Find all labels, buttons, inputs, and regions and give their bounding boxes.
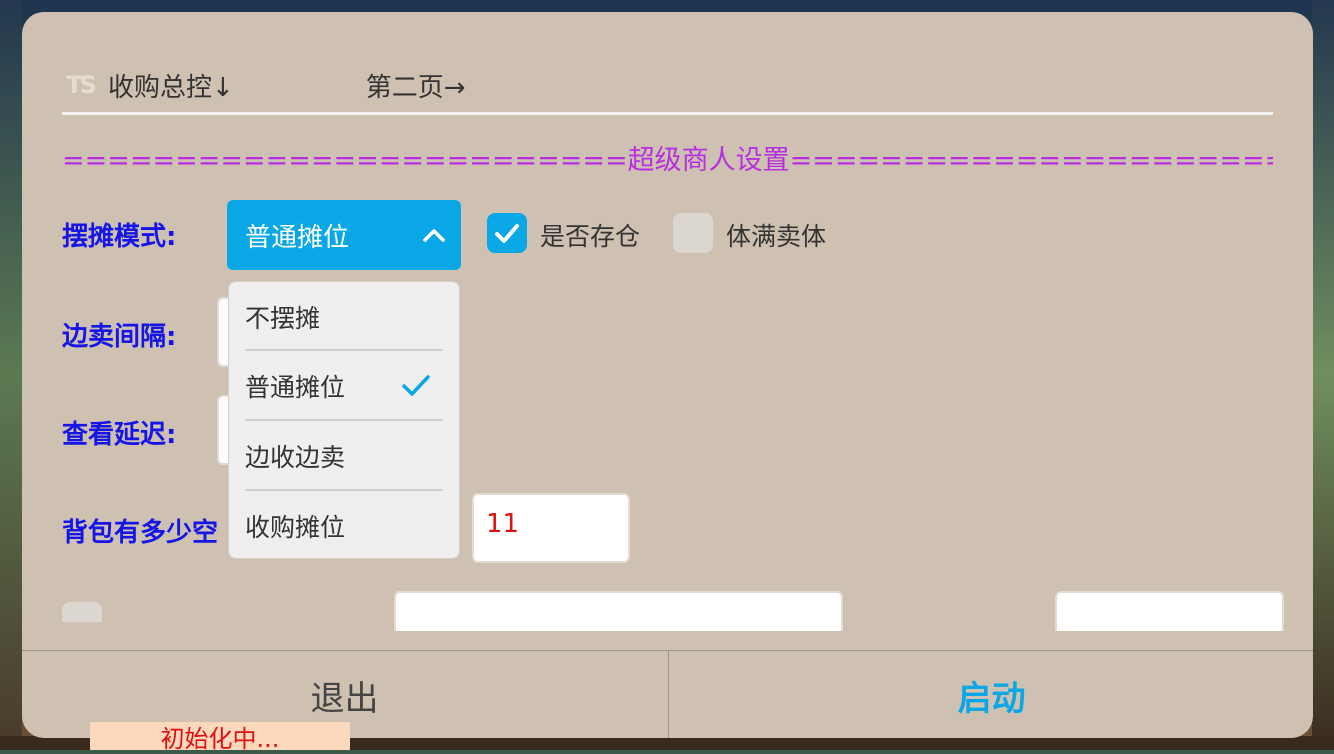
tab-main-control[interactable]: 收购总控↓ bbox=[108, 67, 234, 104]
bag-space-input[interactable]: 11 bbox=[472, 493, 630, 563]
ts-logo-icon: TS bbox=[66, 71, 97, 99]
dropdown-option-buy-and-sell[interactable]: 边收边卖 bbox=[245, 421, 445, 491]
option-label: 收购摊位 bbox=[245, 513, 346, 542]
section-title: =========================超级商人设置=========… bbox=[62, 145, 1273, 176]
dropdown-option-no-stall[interactable]: 不摆摊 bbox=[245, 282, 445, 352]
dropdown-option-normal-stall[interactable]: 普通摊位 bbox=[245, 351, 445, 421]
bag-space-value: 11 bbox=[486, 509, 520, 539]
stall-mode-label: 摆摊模式: bbox=[62, 222, 177, 252]
check-icon bbox=[402, 375, 430, 396]
game-background-left bbox=[0, 0, 22, 750]
chevron-up-icon bbox=[423, 229, 445, 242]
game-background-right bbox=[1312, 0, 1334, 750]
dropdown-option-purchase-stall[interactable]: 收购摊位 bbox=[245, 491, 445, 561]
view-delay-label: 查看延迟: bbox=[62, 420, 177, 450]
partial-checkbox[interactable] bbox=[62, 602, 102, 622]
stall-mode-selected-value: 普通摊位 bbox=[245, 222, 350, 253]
stall-mode-select[interactable]: 普通摊位 bbox=[227, 200, 461, 270]
option-label: 普通摊位 bbox=[245, 373, 346, 402]
sell-interval-label: 边卖间隔: bbox=[62, 322, 177, 352]
status-toast: 初始化中... bbox=[90, 722, 350, 753]
option-label: 不摆摊 bbox=[245, 304, 321, 333]
store-warehouse-checkbox[interactable] bbox=[487, 213, 527, 253]
store-warehouse-label: 是否存仓 bbox=[540, 222, 641, 251]
full-sell-label: 体满卖体 bbox=[726, 222, 827, 251]
tab-bar: TS 收购总控↓ 第二页→ bbox=[62, 60, 466, 110]
settings-dialog: TS 收购总控↓ 第二页→ =========================超… bbox=[22, 12, 1313, 738]
bag-space-label: 背包有多少空 bbox=[62, 518, 219, 548]
option-label: 边收边卖 bbox=[245, 443, 346, 472]
partial-input-right[interactable] bbox=[1055, 591, 1284, 631]
partial-input-wide[interactable] bbox=[394, 591, 843, 631]
tab-divider bbox=[62, 112, 1273, 115]
tab-second-page[interactable]: 第二页→ bbox=[366, 67, 466, 104]
stall-mode-dropdown: 不摆摊 普通摊位 边收边卖 收购摊位 bbox=[228, 281, 460, 559]
start-button[interactable]: 启动 bbox=[668, 651, 1313, 738]
full-sell-checkbox[interactable] bbox=[673, 213, 713, 253]
checkmark-icon bbox=[495, 224, 519, 243]
